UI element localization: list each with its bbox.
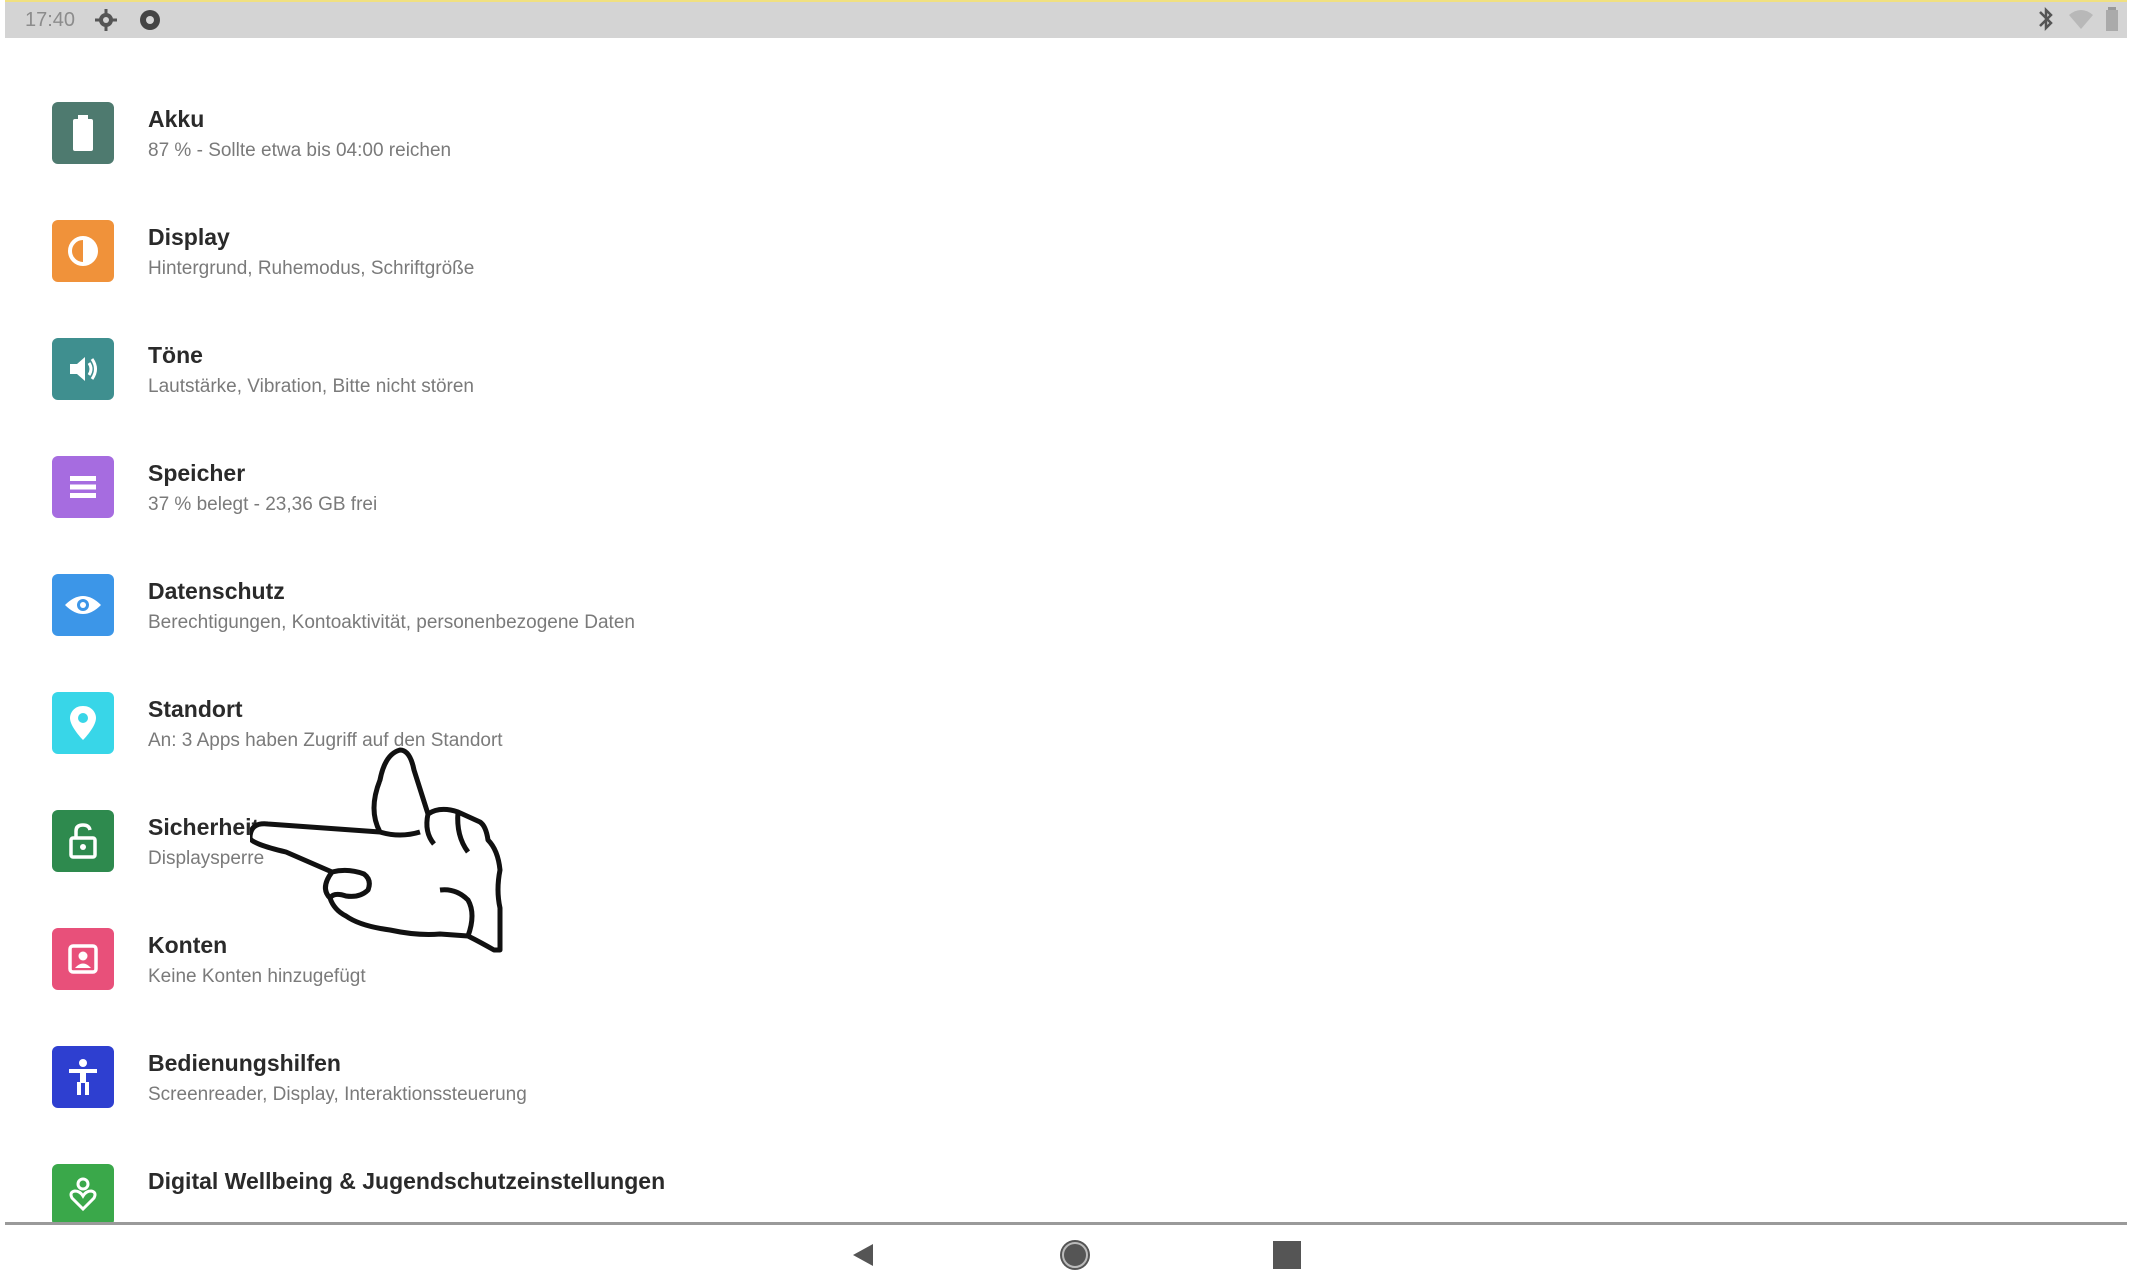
settings-item-title: Digital Wellbeing & Jugendschutzeinstell… — [148, 1168, 666, 1194]
settings-item-subtitle: 37 % belegt - 23,36 GB frei — [148, 494, 378, 515]
settings-item-title: Datenschutz — [148, 578, 285, 604]
recents-icon — [1273, 1241, 1301, 1269]
settings-item-subtitle: 87 % - Sollte etwa bis 04:00 reichen — [148, 140, 452, 161]
shield-icon — [137, 7, 163, 33]
settings-item-display[interactable]: Display Hintergrund, Ruhemodus, Schriftg… — [0, 192, 2132, 310]
settings-item-datenschutz[interactable]: Datenschutz Berechtigungen, Kontoaktivit… — [0, 546, 2132, 664]
settings-item-title: Akku — [148, 106, 205, 132]
settings-item-title: Display — [148, 224, 230, 250]
settings-item-subtitle: An: 3 Apps haben Zugriff auf den Standor… — [148, 730, 503, 751]
home-icon — [1060, 1240, 1090, 1270]
wellbeing-icon — [52, 1164, 114, 1222]
settings-item-subtitle: Hintergrund, Ruhemodus, Schriftgröße — [148, 258, 475, 279]
account-icon — [52, 928, 114, 990]
settings-item-sicherheit[interactable]: Sicherheit Displaysperre — [0, 782, 2132, 900]
settings-item-subtitle: Berechtigungen, Kontoaktivität, personen… — [148, 612, 635, 633]
settings-list: Akku 87 % - Sollte etwa bis 04:00 reiche… — [0, 38, 2132, 1222]
privacy-icon — [52, 574, 114, 636]
settings-item-subtitle: Screenreader, Display, Interaktionssteue… — [148, 1084, 527, 1105]
battery-icon — [2105, 5, 2119, 38]
status-time: 17:40 — [25, 8, 76, 31]
storage-icon — [52, 456, 114, 518]
settings-item-digital-wellbeing[interactable]: Digital Wellbeing & Jugendschutzeinstell… — [0, 1136, 2132, 1222]
settings-item-toene[interactable]: Töne Lautstärke, Vibration, Bitte nicht … — [0, 310, 2132, 428]
settings-item-bedienungshilfen[interactable]: Bedienungshilfen Screenreader, Display, … — [0, 1018, 2132, 1136]
wifi-icon — [2067, 7, 2095, 36]
settings-item-subtitle: Displaysperre — [148, 848, 265, 869]
location-icon — [52, 692, 114, 754]
recents-button[interactable] — [1267, 1235, 1307, 1275]
settings-item-speicher[interactable]: Speicher 37 % belegt - 23,36 GB frei — [0, 428, 2132, 546]
settings-item-title: Töne — [148, 342, 203, 368]
status-bar: 17:40 — [5, 0, 2127, 38]
settings-item-title: Sicherheit — [148, 814, 260, 840]
settings-item-subtitle: Keine Konten hinzugefügt — [148, 966, 366, 987]
back-icon — [853, 1244, 873, 1266]
settings-item-title: Konten — [148, 932, 228, 958]
back-button[interactable] — [843, 1235, 883, 1275]
settings-item-title: Speicher — [148, 460, 246, 486]
battery-icon — [52, 102, 114, 164]
home-button[interactable] — [1055, 1235, 1095, 1275]
settings-item-konten[interactable]: Konten Keine Konten hinzugefügt — [0, 900, 2132, 1018]
lock-icon — [52, 810, 114, 872]
navigation-bar — [5, 1225, 2127, 1285]
settings-screen: 17:40 Akku 87 % - Sollte etwa bis 04:00 … — [0, 0, 2132, 1285]
accessibility-icon — [52, 1046, 114, 1108]
display-icon — [52, 220, 114, 282]
status-right-icons — [2035, 5, 2119, 38]
settings-item-standort[interactable]: Standort An: 3 Apps haben Zugriff auf de… — [0, 664, 2132, 782]
bluetooth-icon — [2035, 5, 2057, 38]
settings-item-subtitle: Lautstärke, Vibration, Bitte nicht störe… — [148, 376, 474, 397]
settings-item-title: Standort — [148, 696, 243, 722]
settings-gear-icon — [93, 7, 119, 33]
volume-icon — [52, 338, 114, 400]
settings-item-title: Bedienungshilfen — [148, 1050, 341, 1076]
settings-item-akku[interactable]: Akku 87 % - Sollte etwa bis 04:00 reiche… — [0, 74, 2132, 192]
